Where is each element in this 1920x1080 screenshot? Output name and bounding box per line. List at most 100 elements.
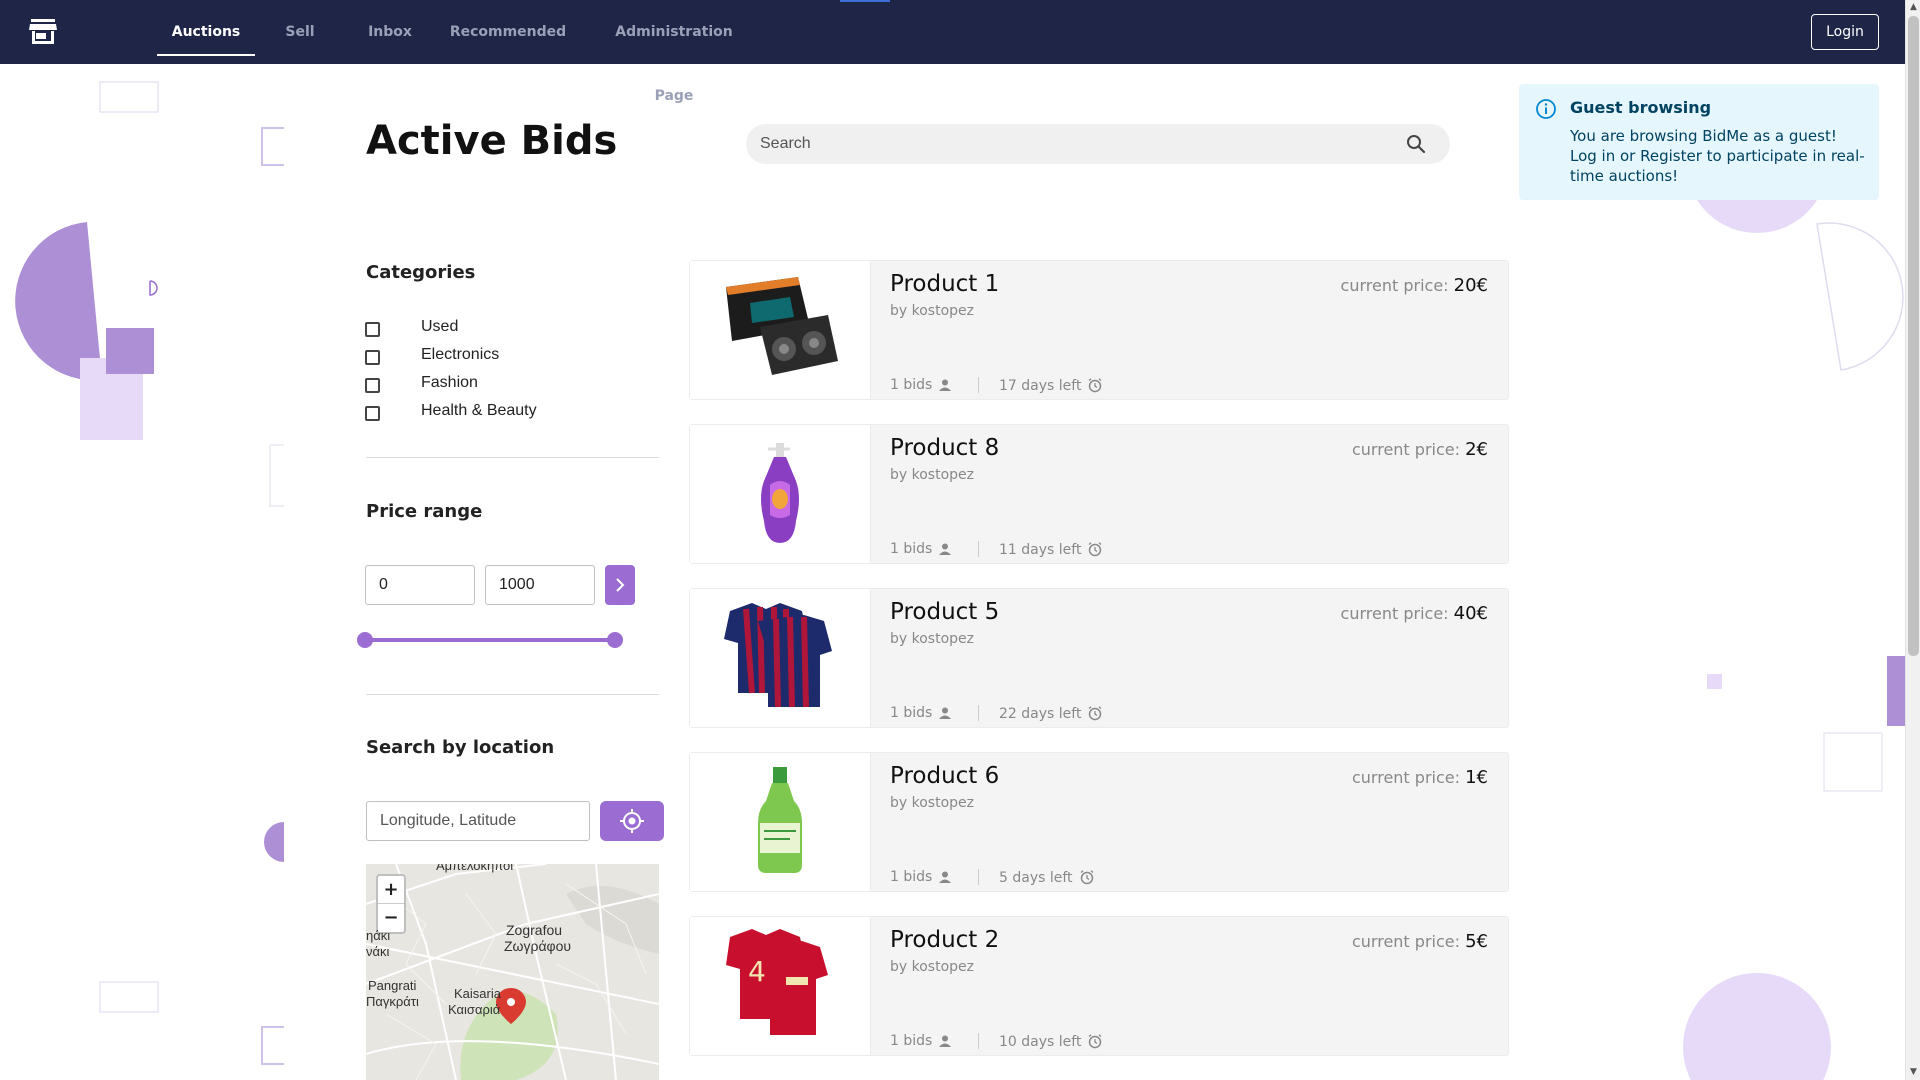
green-bottle-image	[758, 767, 802, 873]
nav-tab-inbox[interactable]: Inbox	[360, 0, 420, 64]
location-map[interactable]: + − Αμπελόκηποι Zografou Ζωγράφου ηάκι ν…	[366, 864, 659, 1080]
nav-tab-recommended[interactable]: Recommended	[448, 0, 568, 64]
nav-tab-sell[interactable]: Sell	[278, 0, 322, 64]
categories-heading: Categories	[366, 262, 476, 283]
nav-tab-administration[interactable]: Administration Page	[594, 0, 754, 104]
nav-tab-auctions[interactable]: Auctions	[157, 0, 255, 64]
login-button[interactable]: Login	[1811, 14, 1879, 50]
alert-title: Guest browsing	[1570, 98, 1712, 117]
time-left: 22 days left	[999, 705, 1103, 722]
price-slider-max-thumb[interactable]	[607, 632, 623, 648]
map-label: ηάκι	[366, 928, 391, 943]
barcelona-jersey-image	[724, 603, 832, 708]
checkbox[interactable]	[365, 322, 380, 337]
map-label: νάκι	[366, 944, 390, 959]
location-input[interactable]	[366, 801, 590, 841]
price-range-heading: Price range	[366, 501, 483, 522]
scroll-down-arrow-icon[interactable]: ▼	[1906, 1065, 1920, 1080]
product-name[interactable]: Product 6	[890, 763, 999, 789]
map-zoom-control: + −	[376, 874, 406, 934]
price-value: 40€	[1453, 603, 1488, 624]
time-left-text: 11 days left	[999, 542, 1082, 558]
apply-price-button[interactable]	[605, 565, 635, 605]
product-seller: by kostopez	[890, 467, 974, 483]
map-zoom-in-button[interactable]: +	[378, 876, 404, 904]
product-card[interactable]: Product 5 by kostopez current price: 40€…	[689, 588, 1509, 728]
bid-count-text: 1 bids	[890, 1033, 933, 1049]
divider	[366, 457, 659, 458]
product-seller: by kostopez	[890, 631, 974, 647]
product-price: current price: 20€	[1341, 275, 1488, 296]
product-seller: by kostopez	[890, 795, 974, 811]
product-image-green-bottle[interactable]	[690, 753, 871, 891]
bid-count-text: 1 bids	[890, 377, 933, 393]
price-max-input[interactable]	[485, 565, 595, 605]
checkbox[interactable]	[365, 350, 380, 365]
location-heading: Search by location	[366, 737, 555, 758]
divider	[978, 705, 979, 721]
product-image-liverpool-jersey[interactable]: 4	[690, 917, 871, 1055]
chevron-right-icon	[616, 578, 625, 592]
product-name[interactable]: Product 5	[890, 599, 999, 625]
map-label: Kaisaria	[454, 986, 501, 1001]
crosshair-location-icon	[620, 809, 644, 833]
divider	[978, 869, 979, 885]
alarm-clock-icon	[1089, 1034, 1102, 1049]
product-name[interactable]: Product 2	[890, 927, 999, 953]
price-slider-track[interactable]	[365, 638, 615, 642]
scroll-up-arrow-icon[interactable]: ▲	[1906, 0, 1920, 15]
bid-count-text: 1 bids	[890, 705, 933, 721]
svg-text:4: 4	[748, 955, 766, 988]
time-left: 17 days left	[999, 377, 1103, 394]
time-left-text: 17 days left	[999, 378, 1082, 394]
time-left-text: 5 days left	[999, 870, 1073, 886]
product-seller: by kostopez	[890, 959, 974, 975]
alarm-clock-icon	[1089, 542, 1102, 557]
product-card[interactable]: Product 8 by kostopez current price: 2€ …	[689, 424, 1509, 564]
search-input[interactable]	[746, 124, 1406, 164]
map-label: Zografou	[506, 922, 563, 938]
person-icon	[939, 379, 952, 391]
guest-browsing-alert: Guest browsing You are browsing BidMe as…	[1519, 84, 1879, 200]
product-image-barcelona-jersey[interactable]	[690, 589, 871, 727]
page-title: Active Bids	[366, 118, 618, 164]
bid-count: 1 bids	[890, 705, 952, 721]
product-image-graphics-card[interactable]	[690, 261, 871, 399]
product-price: current price: 1€	[1352, 767, 1488, 788]
product-price: current price: 5€	[1352, 931, 1488, 952]
product-name[interactable]: Product 8	[890, 435, 999, 461]
product-image-soap-bottle[interactable]	[690, 425, 871, 563]
checkbox[interactable]	[365, 378, 380, 393]
graphics-card-image	[726, 277, 838, 375]
category-label: Fashion	[421, 374, 478, 391]
price-value: 1€	[1465, 767, 1488, 788]
category-label: Electronics	[421, 346, 500, 363]
divider	[978, 377, 979, 393]
price-slider-min-thumb[interactable]	[357, 632, 373, 648]
price-min-input[interactable]	[365, 565, 475, 605]
info-icon	[1536, 99, 1556, 119]
product-card[interactable]: Product 6 by kostopez current price: 1€ …	[689, 752, 1509, 892]
storefront-icon[interactable]	[28, 18, 58, 46]
person-icon	[939, 707, 952, 719]
top-navigation-bar: Auctions Sell Inbox Recommended Administ…	[0, 0, 1905, 104]
scrollbar-thumb[interactable]	[1908, 16, 1919, 656]
search-icon[interactable]	[1404, 132, 1428, 156]
page-scrollbar[interactable]: ▲ ▼	[1905, 0, 1920, 1080]
liverpool-jersey-image: 4	[726, 929, 828, 1035]
bid-count: 1 bids	[890, 1033, 952, 1049]
price-label: current price:	[1340, 276, 1449, 295]
price-label: current price:	[1340, 604, 1449, 623]
product-card[interactable]: 4 Product 2 by kostopez current price: 5…	[689, 916, 1509, 1056]
bid-count: 1 bids	[890, 869, 952, 885]
time-left-text: 10 days left	[999, 1034, 1082, 1050]
checkbox[interactable]	[365, 406, 380, 421]
bid-count-text: 1 bids	[890, 541, 933, 557]
map-tiles	[366, 864, 659, 1080]
price-value: 20€	[1453, 275, 1488, 296]
locate-me-button[interactable]	[600, 801, 664, 841]
product-price: current price: 40€	[1341, 603, 1488, 624]
bid-count: 1 bids	[890, 541, 952, 557]
product-card[interactable]: Product 1 by kostopez current price: 20€…	[689, 260, 1509, 400]
product-name[interactable]: Product 1	[890, 271, 999, 297]
